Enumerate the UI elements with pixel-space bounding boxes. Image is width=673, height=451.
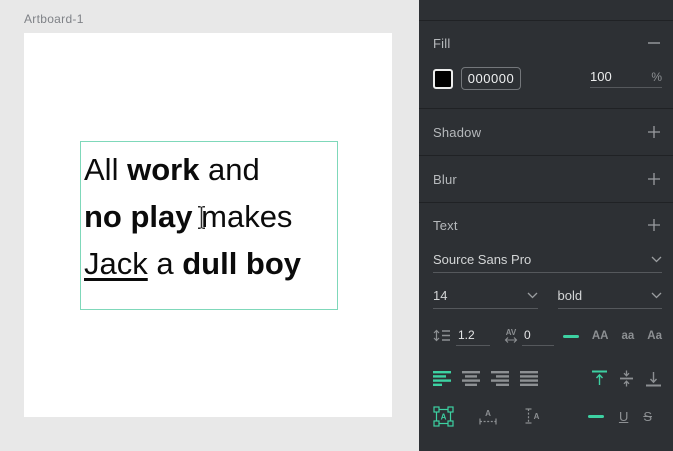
- font-weight-select[interactable]: bold: [558, 283, 663, 309]
- font-weight-value: bold: [558, 288, 583, 303]
- text-run-bold: work: [127, 152, 199, 187]
- plus-icon: [647, 125, 661, 139]
- percent-label: %: [651, 70, 662, 84]
- properties-panel: Fill % Shadow: [419, 0, 673, 451]
- text-section: Text Source Sans Pro 14 bold: [419, 203, 673, 437]
- transform-uppercase-button[interactable]: AA: [592, 330, 609, 342]
- add-shadow-button[interactable]: [646, 124, 662, 140]
- transform-capitalize-button[interactable]: Aa: [647, 330, 662, 342]
- auto-width-button[interactable]: A: [478, 407, 498, 426]
- align-left-button[interactable]: [433, 371, 451, 386]
- artboard[interactable]: All work and no play makes Jack a dull b…: [24, 33, 392, 417]
- fill-hex-input[interactable]: [461, 67, 521, 90]
- letter-spacing-input[interactable]: [522, 328, 554, 346]
- panel-header-strip: [419, 0, 673, 21]
- align-center-button[interactable]: [462, 371, 480, 386]
- decoration-none-button[interactable]: [588, 415, 604, 418]
- chevron-down-icon: [651, 256, 662, 263]
- auto-width-glyph: A: [485, 409, 491, 418]
- font-family-select[interactable]: Source Sans Pro: [433, 247, 662, 273]
- text-decoration-group: U S: [588, 409, 652, 424]
- text-title: Text: [433, 218, 458, 233]
- vertical-align-group: [591, 370, 662, 387]
- transform-lowercase-button[interactable]: aa: [622, 330, 635, 342]
- font-family-value: Source Sans Pro: [433, 252, 531, 267]
- shadow-title: Shadow: [433, 125, 481, 140]
- fill-title: Fill: [433, 36, 450, 51]
- transform-none-button[interactable]: [563, 335, 579, 338]
- text-run: and: [199, 152, 259, 187]
- fixed-box-glyph: A: [441, 412, 447, 421]
- minus-icon: [647, 36, 661, 50]
- align-right-button[interactable]: [491, 371, 509, 386]
- line-height-icon: [433, 329, 451, 342]
- align-justify-button[interactable]: [520, 371, 538, 386]
- fixed-size-box-button[interactable]: A: [433, 406, 454, 427]
- line-height-input[interactable]: [456, 328, 490, 346]
- text-run: a: [148, 246, 182, 281]
- blur-section: Blur: [419, 156, 673, 203]
- valign-bottom-button[interactable]: [645, 370, 662, 387]
- add-blur-button[interactable]: [646, 171, 662, 187]
- auto-height-button[interactable]: A: [524, 406, 542, 426]
- text-run: makes: [193, 199, 293, 234]
- plus-icon: [647, 218, 661, 232]
- underline-button[interactable]: U: [619, 409, 628, 424]
- text-run-bold: dull boy: [182, 246, 301, 281]
- chevron-down-icon: [651, 292, 662, 299]
- font-size-value: 14: [433, 288, 447, 303]
- fill-opacity-control: %: [590, 69, 662, 88]
- artboard-label[interactable]: Artboard-1: [24, 12, 84, 26]
- ibeam-cursor-icon: [196, 205, 207, 230]
- letter-spacing-glyph: AV: [506, 329, 517, 336]
- canvas-area[interactable]: Artboard-1 All work and no play makes Ja…: [0, 0, 419, 451]
- auto-height-glyph: A: [534, 412, 540, 421]
- strikethrough-button[interactable]: S: [643, 409, 652, 424]
- text-line: Jack a dull boy: [84, 240, 337, 287]
- text-run-underline: Jack: [84, 246, 148, 281]
- add-text-style-button[interactable]: [646, 217, 662, 233]
- selected-text-object[interactable]: All work and no play makes Jack a dull b…: [80, 141, 338, 310]
- fill-color-swatch[interactable]: [433, 69, 453, 89]
- shadow-section: Shadow: [419, 109, 673, 156]
- text-run: All: [84, 152, 127, 187]
- collapse-fill-button[interactable]: [646, 35, 662, 51]
- app-window: Artboard-1 All work and no play makes Ja…: [0, 0, 673, 451]
- blur-title: Blur: [433, 172, 457, 187]
- valign-middle-button[interactable]: [618, 370, 635, 387]
- valign-top-button[interactable]: [591, 370, 608, 387]
- text-transform-group: AA aa Aa: [563, 330, 662, 346]
- letter-spacing-icon: AV: [504, 329, 518, 344]
- chevron-down-icon: [527, 292, 538, 299]
- text-run-bold: no play: [84, 199, 193, 234]
- plus-icon: [647, 172, 661, 186]
- font-size-select[interactable]: 14: [433, 283, 538, 309]
- text-line: no play makes: [84, 193, 337, 240]
- fill-section: Fill %: [419, 21, 673, 109]
- fill-opacity-input[interactable]: [590, 69, 624, 84]
- text-line: All work and: [84, 146, 337, 193]
